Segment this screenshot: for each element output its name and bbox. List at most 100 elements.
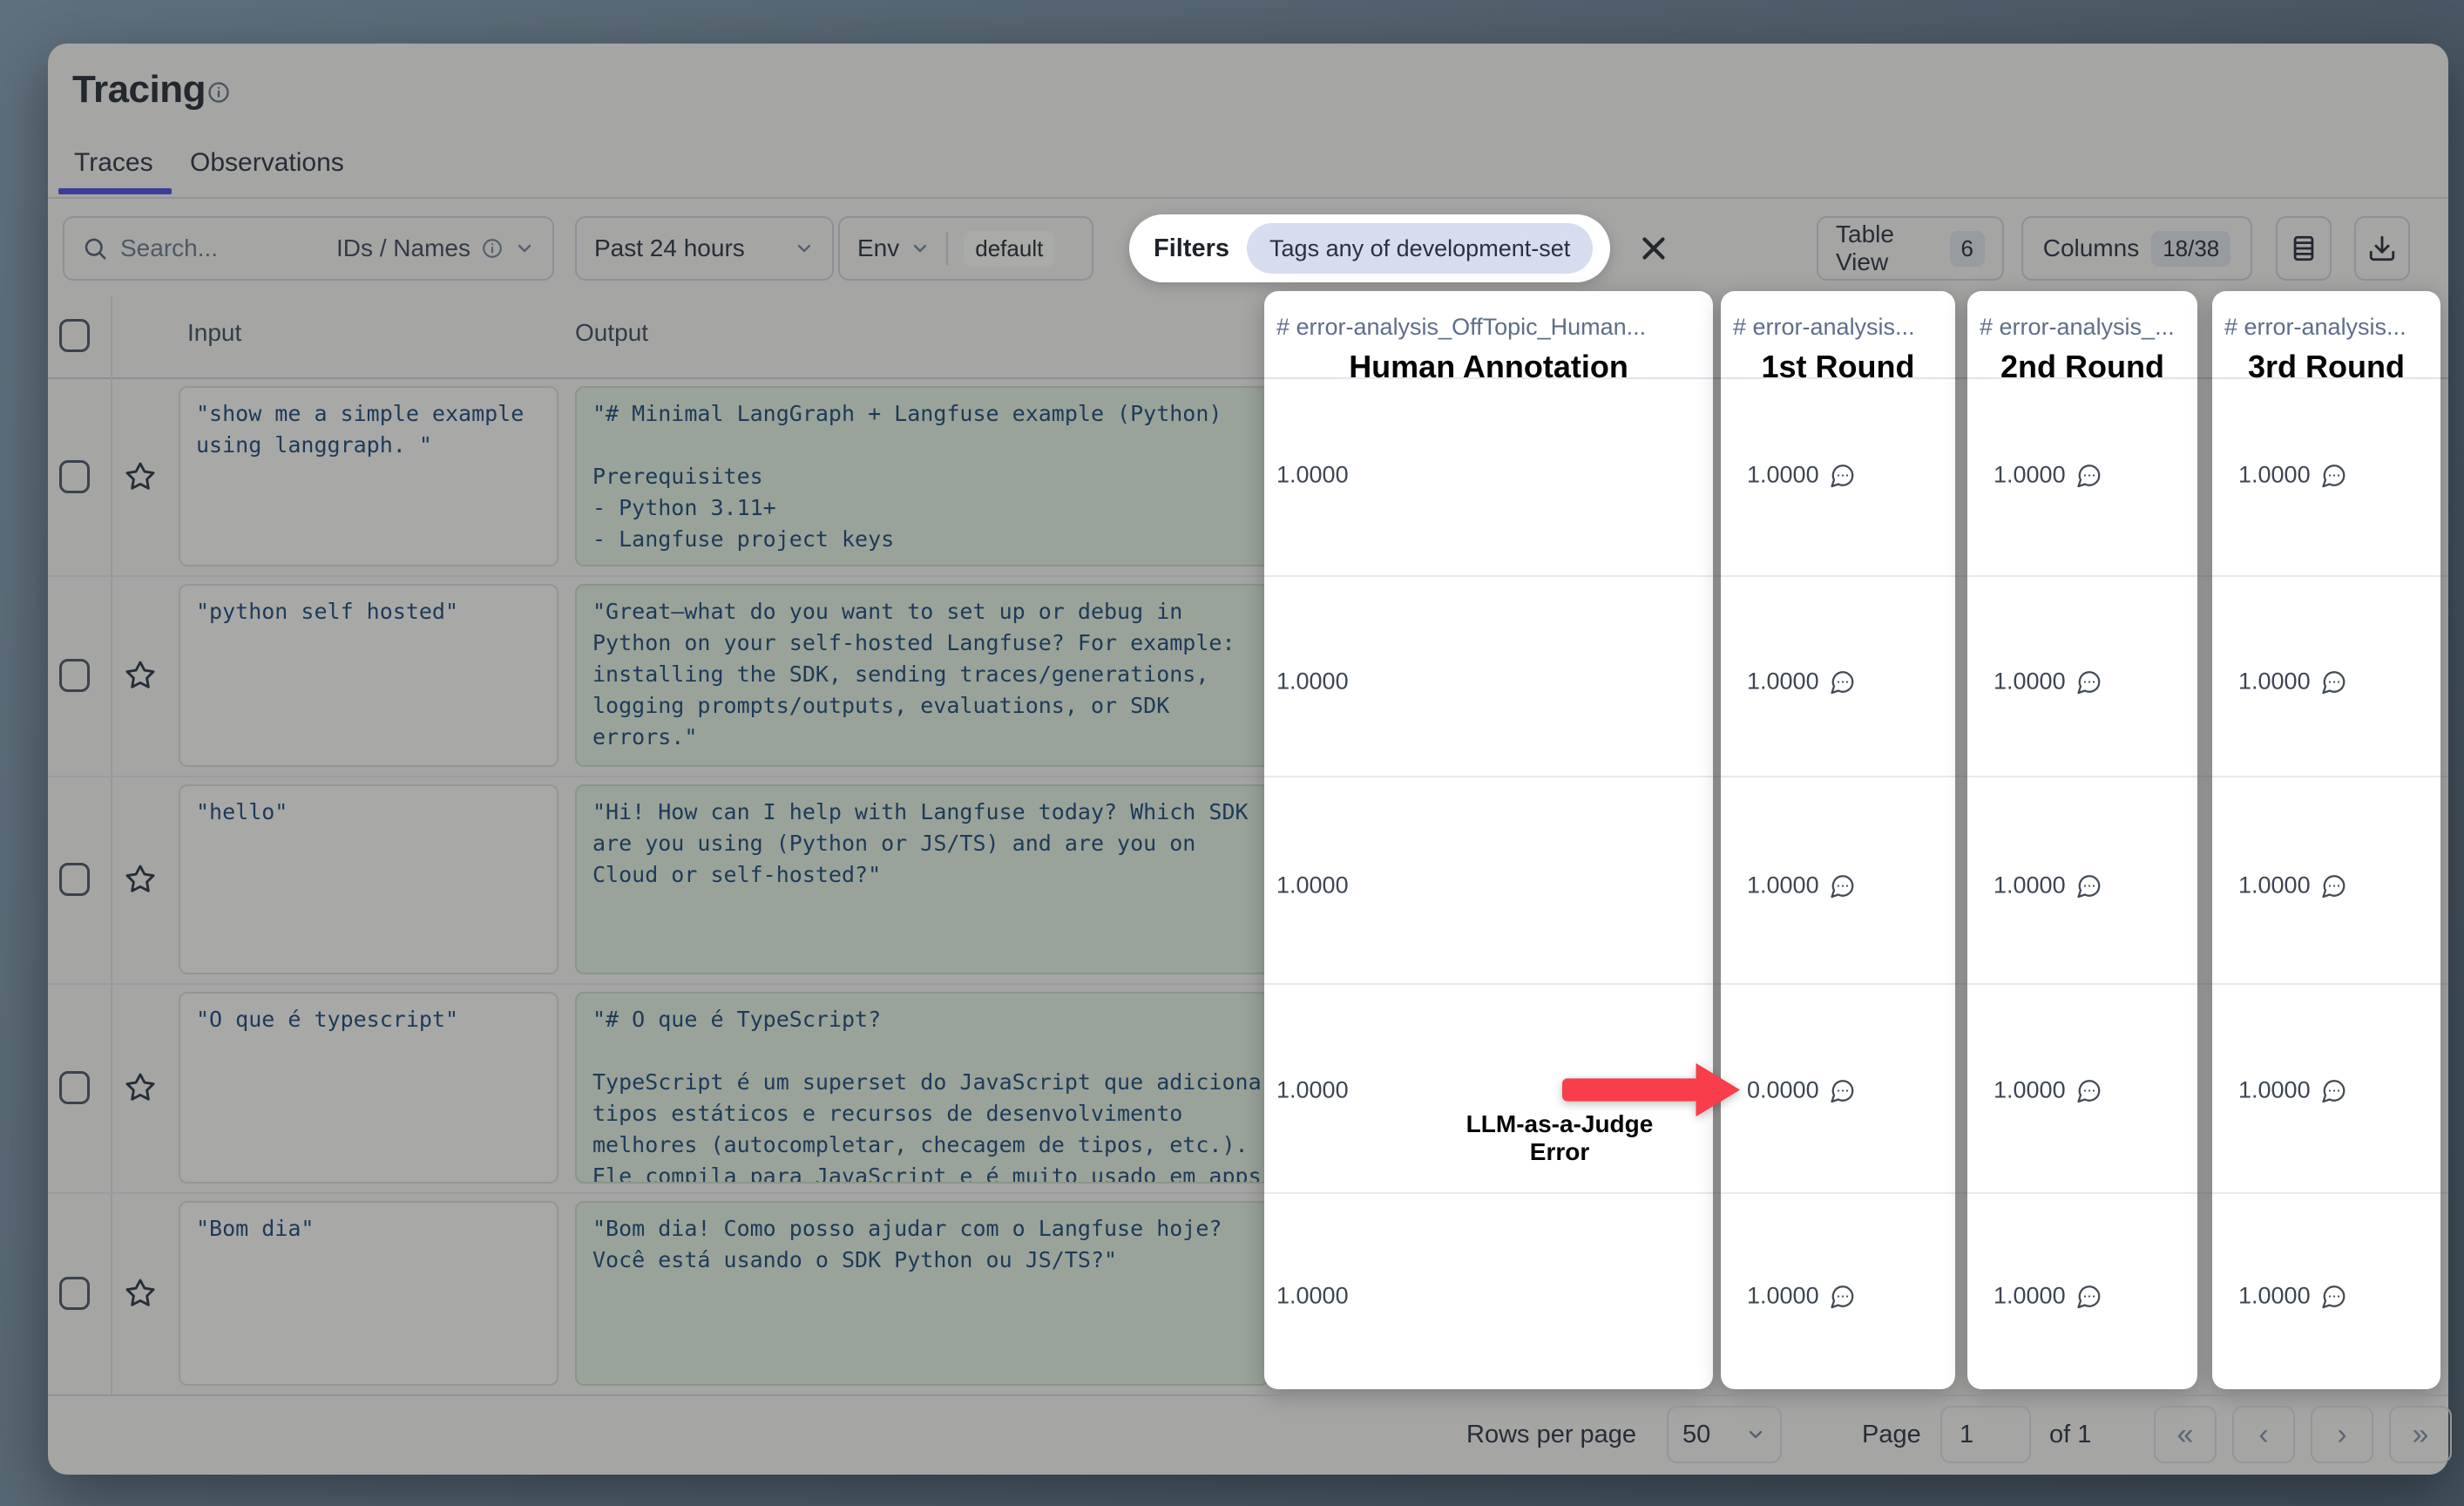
clear-filter-icon[interactable] (1635, 230, 1672, 267)
rows-per-page-value: 50 (1682, 1421, 1710, 1449)
score-value: 1.0000 (1276, 462, 1349, 489)
score-column-header[interactable]: # error-analysis... (1721, 314, 1955, 341)
score-value: 1.0000 (1994, 462, 2102, 489)
score-value: 1.0000 (2238, 1077, 2347, 1104)
comment-icon[interactable] (1830, 668, 1856, 695)
bookmark-star-icon[interactable] (124, 1277, 157, 1310)
comment-icon[interactable] (2321, 872, 2347, 899)
row-divider (1721, 776, 1955, 777)
comment-icon[interactable] (2076, 1077, 2102, 1103)
page-title: Tracing (72, 68, 206, 112)
score-value: 1.0000 (1276, 668, 1349, 695)
output-cell[interactable]: "Great—what do you want to set up or deb… (575, 584, 1269, 767)
score-value: 1.0000 (1276, 872, 1349, 899)
search-mode-label[interactable]: IDs / Names (336, 234, 470, 262)
info-icon[interactable] (206, 80, 231, 105)
select-all-checkbox[interactable] (59, 319, 90, 352)
score-column-header[interactable]: # error-analysis_OffTopic_Human... (1264, 314, 1713, 341)
next-page-button[interactable]: › (2311, 1406, 2373, 1463)
row-checkbox[interactable] (59, 460, 90, 493)
annotation-label: Human Annotation (1264, 349, 1713, 385)
column-header-input[interactable]: Input (187, 319, 241, 347)
filters-label: Filters (1154, 234, 1229, 263)
row-checkbox[interactable] (59, 1277, 90, 1310)
score-value: 0.0000 (1747, 1077, 1856, 1104)
comment-icon[interactable] (2076, 668, 2102, 695)
input-cell[interactable]: "python self hosted" (179, 584, 558, 767)
comment-icon[interactable] (2321, 462, 2347, 488)
rows-icon (2289, 234, 2318, 263)
export-button[interactable] (2354, 216, 2410, 281)
search-icon (82, 235, 108, 261)
comment-icon[interactable] (1830, 872, 1856, 899)
table-view-count-badge: 6 (1950, 231, 1985, 267)
comment-icon[interactable] (1830, 462, 1856, 488)
score-column-human-annotation: # error-analysis_OffTopic_Human... Human… (1264, 291, 1713, 1389)
rows-per-page-select[interactable]: 50 (1667, 1406, 1782, 1463)
comment-icon[interactable] (2076, 872, 2102, 899)
output-cell[interactable]: "Bom dia! Como posso ajudar com o Langfu… (575, 1201, 1269, 1386)
comment-icon[interactable] (2076, 1283, 2102, 1309)
score-value: 1.0000 (1747, 1283, 1856, 1310)
column-header-output[interactable]: Output (575, 319, 648, 347)
bookmark-star-icon[interactable] (124, 1071, 157, 1104)
score-column-header[interactable]: # error-analysis... (2212, 314, 2440, 341)
output-cell[interactable]: "# O que é TypeScript? TypeScript é um s… (575, 992, 1269, 1184)
active-tab-underline (58, 188, 172, 194)
row-checkbox[interactable] (59, 1071, 90, 1104)
info-icon (481, 237, 504, 260)
env-filter-button[interactable]: Env default (838, 216, 1093, 281)
output-cell[interactable]: "# Minimal LangGraph + Langfuse example … (575, 386, 1269, 566)
search-input[interactable] (118, 234, 326, 263)
page-number-input[interactable] (1940, 1406, 2031, 1463)
score-column-header[interactable]: # error-analysis_... (1967, 314, 2197, 341)
bookmark-star-icon[interactable] (124, 460, 157, 493)
filters-pill[interactable]: Filters Tags any of development-set (1129, 214, 1610, 282)
comment-icon[interactable] (1830, 1077, 1856, 1103)
tab-traces[interactable]: Traces (74, 148, 153, 178)
row-height-button[interactable] (2276, 216, 2332, 281)
input-cell[interactable]: "O que é typescript" (179, 992, 558, 1184)
prev-page-button[interactable]: ‹ (2232, 1406, 2295, 1463)
row-divider (1721, 575, 1955, 577)
comment-icon[interactable] (2321, 1283, 2347, 1309)
input-cell[interactable]: "hello" (179, 784, 558, 974)
tabs-divider (48, 197, 2448, 199)
chevron-down-icon (1745, 1424, 1766, 1445)
divider (946, 232, 948, 265)
error-annotation-label: LLM-as-a-Judge Error (1435, 1110, 1684, 1166)
time-range-button[interactable]: Past 24 hours (575, 216, 834, 281)
score-value: 1.0000 (1994, 1283, 2102, 1310)
table-view-button[interactable]: Table View 6 (1817, 216, 2004, 281)
row-divider (1264, 575, 1713, 577)
input-cell[interactable]: "Bom dia" (179, 1201, 558, 1386)
comment-icon[interactable] (2321, 668, 2347, 695)
search-box[interactable]: IDs / Names (63, 216, 554, 281)
row-divider (2212, 776, 2440, 777)
time-range-label: Past 24 hours (594, 234, 745, 262)
first-page-button[interactable]: « (2154, 1406, 2217, 1463)
input-cell[interactable]: "show me a simple example using langgrap… (179, 386, 558, 566)
filter-chip-tags[interactable]: Tags any of development-set (1247, 223, 1593, 274)
row-divider (1967, 1192, 2197, 1194)
score-value: 1.0000 (1994, 872, 2102, 899)
download-icon (2367, 234, 2397, 263)
page-total-label: of 1 (2049, 1406, 2091, 1463)
last-page-button[interactable]: » (2389, 1406, 2452, 1463)
row-checkbox[interactable] (59, 659, 90, 692)
comment-icon[interactable] (2321, 1077, 2347, 1103)
comment-icon[interactable] (1830, 1283, 1856, 1309)
columns-label: Columns (2043, 234, 2139, 262)
footer-divider (48, 1394, 2448, 1396)
columns-button[interactable]: Columns 18/38 (2021, 216, 2252, 281)
bookmark-star-icon[interactable] (124, 863, 157, 896)
output-cell[interactable]: "Hi! How can I help with Langfuse today?… (575, 784, 1269, 974)
row-divider (1967, 983, 2197, 985)
chevron-down-icon (910, 238, 931, 259)
bookmark-star-icon[interactable] (124, 659, 157, 692)
score-value: 1.0000 (1747, 668, 1856, 695)
row-checkbox[interactable] (59, 863, 90, 896)
row-divider (1264, 776, 1713, 777)
comment-icon[interactable] (2076, 462, 2102, 488)
tab-observations[interactable]: Observations (190, 148, 344, 178)
